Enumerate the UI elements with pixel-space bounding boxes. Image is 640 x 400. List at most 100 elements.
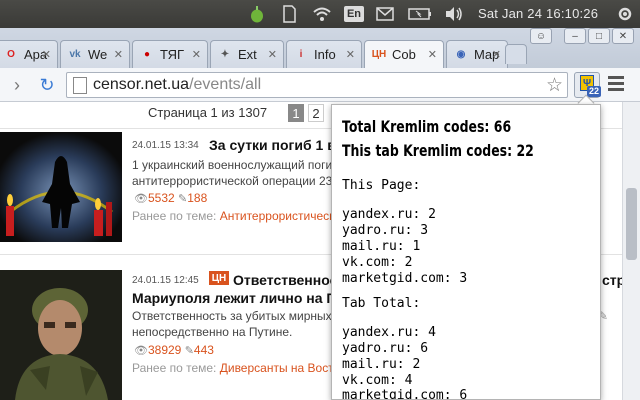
new-tab-button[interactable] xyxy=(505,44,527,64)
opera-icon: O xyxy=(7,49,15,60)
views-count[interactable]: 38929 xyxy=(148,343,181,357)
tab-5[interactable]: i Info ✕ xyxy=(286,40,362,68)
this-page-entry: yandex.ru: 2 xyxy=(342,207,436,222)
profile-icon[interactable]: ☺ xyxy=(530,28,552,44)
related-link[interactable]: Диверсанты на Вост xyxy=(220,361,334,375)
this-page-header: This Page: xyxy=(342,178,421,193)
views-count[interactable]: 5532 xyxy=(148,191,175,205)
clock[interactable]: Sat Jan 24 16:10:26 xyxy=(478,6,598,21)
menu-icon[interactable] xyxy=(608,76,624,94)
maximize-button[interactable]: □ xyxy=(588,28,610,44)
tab-6[interactable]: ЦН Cob ✕ xyxy=(364,40,444,68)
comments-icon: ✎ xyxy=(184,345,194,357)
info-icon: i xyxy=(299,49,303,60)
tab-total-entry: marketgid.com: 6 xyxy=(342,388,468,400)
eye-icon: 👁 xyxy=(134,345,148,357)
tab-kremlin-codes: This tab Kremlim codes: 22 xyxy=(342,141,534,160)
news-date: 24.01.15 12:45 xyxy=(132,275,199,286)
mail-icon[interactable] xyxy=(376,5,394,23)
keyboard-layout-indicator[interactable]: En xyxy=(344,6,364,22)
battery-icon[interactable] xyxy=(408,5,432,23)
tab-close-icon[interactable]: ✕ xyxy=(42,48,51,61)
url-host: censor.net.ua xyxy=(93,76,190,93)
page-number-current: 1 xyxy=(288,104,304,122)
tab-close-icon[interactable]: ✕ xyxy=(428,48,437,61)
tab-total-entry: vk.com: 4 xyxy=(342,373,413,388)
tab-1[interactable]: O Apa ✕ xyxy=(0,40,58,68)
extension-badge: 22 xyxy=(587,86,602,97)
news-text-line: непосредственно на Путине. xyxy=(132,325,293,339)
red-circle-icon: ● xyxy=(143,49,151,60)
reload-icon[interactable]: ↻ xyxy=(36,74,58,96)
system-top-bar: En Sat Jan 24 16:10:26 xyxy=(0,0,640,28)
page-number-link[interactable]: 2 xyxy=(308,104,324,122)
tab-label: Cob xyxy=(392,47,416,62)
tab-7[interactable]: ◉ Map ✕ xyxy=(446,40,508,68)
comments-count[interactable]: 443 xyxy=(194,343,214,357)
tab-close-icon[interactable]: ✕ xyxy=(346,48,355,61)
news-thumbnail[interactable] xyxy=(0,132,122,242)
forward-icon[interactable]: › xyxy=(6,74,28,96)
tab-label: Info xyxy=(314,47,336,62)
tab-close-icon[interactable]: ✕ xyxy=(114,48,123,61)
related-topic: Ранее по теме: Диверсанты на Вост xyxy=(132,361,334,375)
sd-card-icon[interactable] xyxy=(282,5,296,23)
tab-total-entry: yadro.ru: 6 xyxy=(342,341,429,356)
tab-total-entry: mail.ru: 2 xyxy=(342,357,421,372)
minimize-button[interactable]: – xyxy=(564,28,586,44)
news-title[interactable]: За сутки погиб 1 в xyxy=(209,137,336,153)
news-stats: 👁5532 ✎188 xyxy=(134,191,207,205)
volume-icon[interactable] xyxy=(444,5,464,23)
related-prefix: Ранее по теме: xyxy=(132,361,217,375)
tab-label: ТЯГ xyxy=(160,47,185,62)
comments-count[interactable]: 188 xyxy=(187,191,207,205)
url-path: /events/all xyxy=(189,76,262,93)
total-kremlin-codes: Total Kremlim codes: 66 xyxy=(342,117,512,136)
related-prefix: Ранее по теме: xyxy=(132,209,217,223)
tab-strip: O Apa ✕ vk We ✕ ● ТЯГ ✕ ✦ Ext ✕ i Info ✕ ЦН Cob ✕ ◉ Map ✕ ☺ … xyxy=(0,28,640,68)
related-link[interactable]: Антитеррористическ xyxy=(220,209,335,223)
browser-toolbar: › ↻ censor.net.ua/events/all ☆ Ψ 22 xyxy=(0,68,640,102)
pagination-text: Страница 1 из 1307 xyxy=(148,105,268,120)
scrollbar-thumb[interactable] xyxy=(626,188,637,260)
cn-icon: ЦН xyxy=(371,49,387,60)
extension-popup: Total Kremlim codes: 66 This tab Kremlim… xyxy=(331,104,601,400)
page-icon xyxy=(73,77,87,94)
comments-icon: ✎ xyxy=(178,193,188,205)
url-text[interactable]: censor.net.ua/events/all xyxy=(93,76,261,94)
news-title-line2[interactable]: Мариуполя лежит лично на П xyxy=(132,290,336,306)
this-page-entry: mail.ru: 1 xyxy=(342,239,421,254)
page-scrollbar[interactable] xyxy=(622,102,640,400)
tab-close-icon[interactable]: ✕ xyxy=(268,48,277,61)
news-thumbnail[interactable] xyxy=(0,270,122,400)
news-date: 24.01.15 13:34 xyxy=(132,140,199,151)
close-window-button[interactable]: ✕ xyxy=(612,28,634,44)
tab-close-icon[interactable]: ✕ xyxy=(192,48,201,61)
tab-label: Ext xyxy=(238,47,257,62)
eye-icon: 👁 xyxy=(134,193,148,205)
puzzle-icon: ✦ xyxy=(220,49,230,60)
news-stats: 👁38929 ✎443 xyxy=(134,343,214,357)
wifi-icon[interactable] xyxy=(312,5,332,23)
this-page-entry: marketgid.com: 3 xyxy=(342,271,468,286)
news-title-tail[interactable]: стр xyxy=(602,272,622,288)
cn-badge: ЦН xyxy=(209,271,229,285)
vk-icon: vk xyxy=(69,49,81,60)
tab-label: We xyxy=(88,47,108,62)
tab-3[interactable]: ● ТЯГ ✕ xyxy=(132,40,208,68)
news-text-line: антитеррористической операции 23 xyxy=(132,174,333,188)
tab-total-header: Tab Total: xyxy=(342,296,421,311)
this-page-entry: vk.com: 2 xyxy=(342,255,413,270)
compass-icon: ◉ xyxy=(456,49,466,60)
bookmark-star-icon[interactable]: ☆ xyxy=(546,74,563,97)
address-bar[interactable]: censor.net.ua/events/all ☆ xyxy=(66,72,568,98)
tab-2[interactable]: vk We ✕ xyxy=(60,40,130,68)
this-page-entry: yadro.ru: 3 xyxy=(342,223,429,238)
power-gear-icon[interactable] xyxy=(616,5,634,23)
kremlin-extension-button[interactable]: Ψ 22 xyxy=(574,72,602,98)
tab-total-entry: yandex.ru: 4 xyxy=(342,325,436,340)
tab-4[interactable]: ✦ Ext ✕ xyxy=(210,40,284,68)
tab-close-icon[interactable]: ✕ xyxy=(492,48,501,61)
onion-icon[interactable] xyxy=(250,5,264,23)
news-text-line: 1 украинский военнослужащий погиб xyxy=(132,158,340,172)
